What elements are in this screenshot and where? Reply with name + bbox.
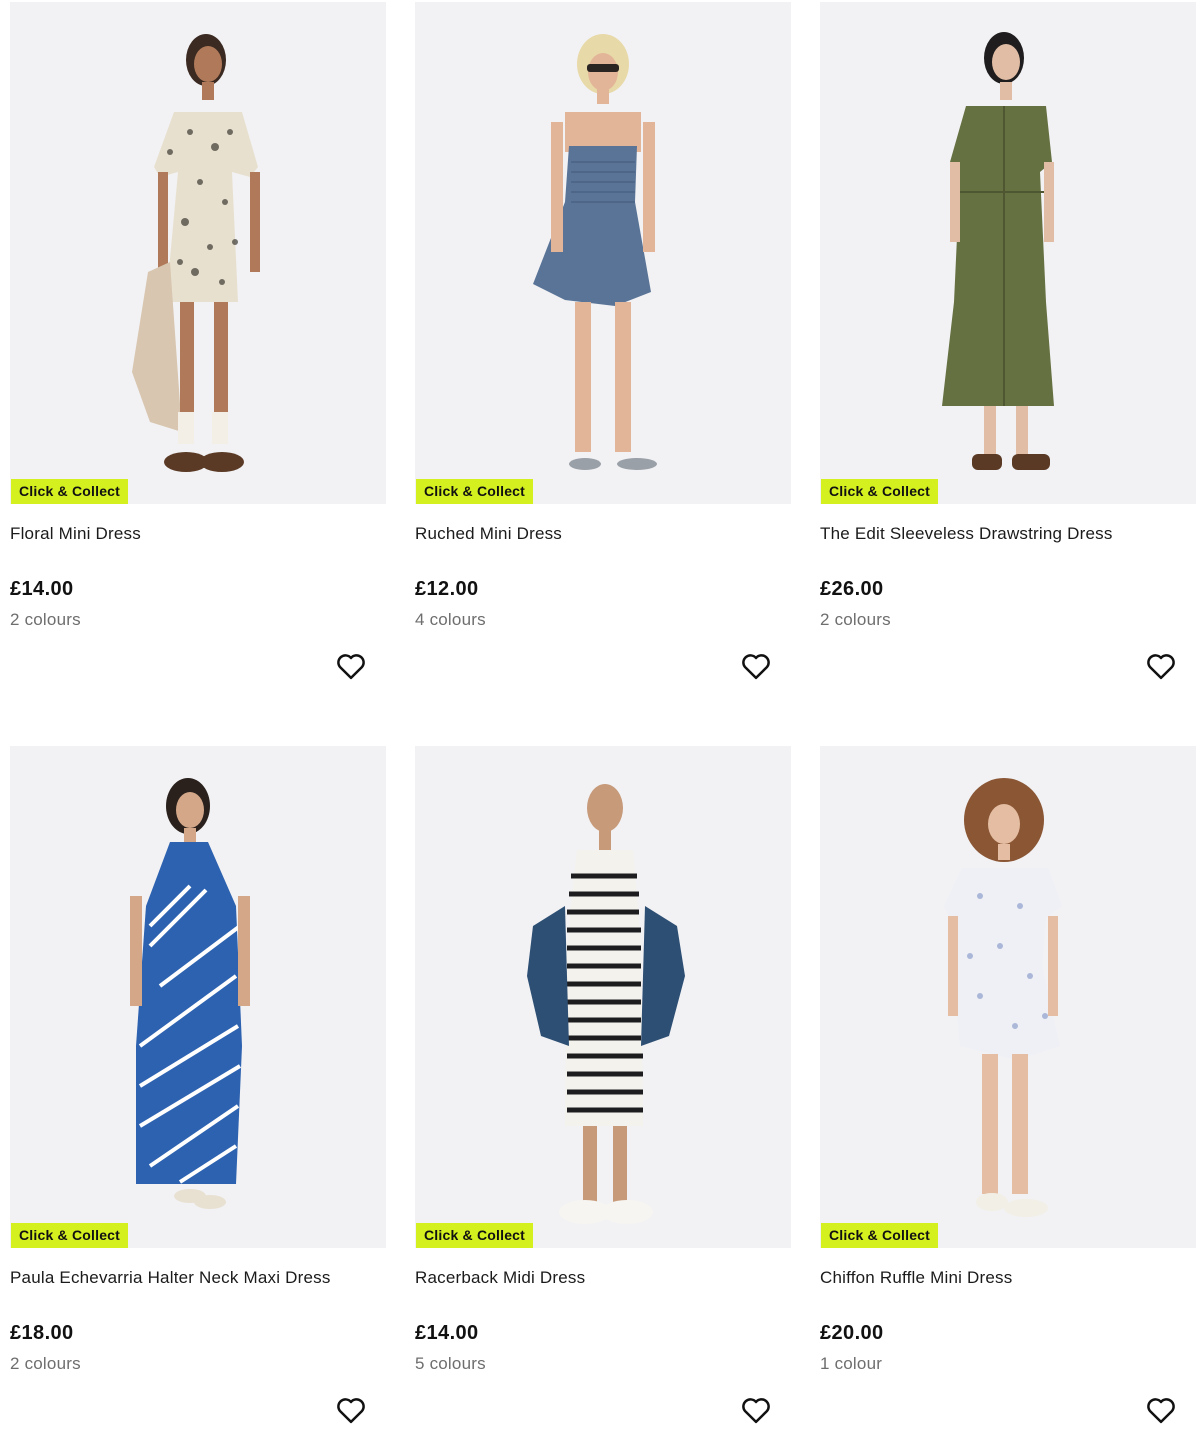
product-price: £18.00 <box>10 1322 74 1344</box>
product-card[interactable]: Click & Collect Ruched Mini Dress £12.00… <box>415 2 791 680</box>
model-photo <box>944 778 1062 1217</box>
wishlist-button[interactable] <box>741 1396 771 1426</box>
heart-outline-icon <box>337 1398 365 1424</box>
heart-outline-icon <box>337 654 365 680</box>
product-image[interactable]: Click & Collect <box>820 746 1196 1248</box>
product-card[interactable]: Click & Collect Paula Echevarria Halter … <box>10 746 386 1424</box>
product-image[interactable]: Click & Collect <box>10 746 386 1248</box>
wishlist-button[interactable] <box>741 652 771 682</box>
colour-count: 1 colour <box>820 1354 883 1373</box>
wishlist-button[interactable] <box>1146 1396 1176 1426</box>
click-collect-badge: Click & Collect <box>416 1223 534 1248</box>
product-card[interactable]: Click & Collect Racerback Midi Dress £14… <box>415 746 791 1424</box>
product-title[interactable]: Ruched Mini Dress <box>415 524 562 544</box>
heart-outline-icon <box>1147 654 1175 680</box>
model-photo <box>132 34 260 472</box>
product-price: £14.00 <box>10 578 74 600</box>
model-photo <box>130 778 250 1209</box>
product-card[interactable]: Click & Collect Chiffon Ruffle Mini Dres… <box>820 746 1196 1424</box>
product-image[interactable]: Click & Collect <box>415 2 791 504</box>
product-title[interactable]: Floral Mini Dress <box>10 524 141 544</box>
product-image[interactable]: Click & Collect <box>415 746 791 1248</box>
product-card[interactable]: Click & Collect Floral Mini Dress £14.00… <box>10 2 386 680</box>
click-collect-badge: Click & Collect <box>416 479 534 504</box>
colour-count: 2 colours <box>10 610 81 629</box>
click-collect-badge: Click & Collect <box>821 479 939 504</box>
product-price: £26.00 <box>820 578 884 600</box>
model-photo <box>533 34 657 470</box>
colour-count: 2 colours <box>820 610 891 629</box>
product-price: £20.00 <box>820 1322 884 1344</box>
wishlist-button[interactable] <box>336 1396 366 1426</box>
colour-count: 5 colours <box>415 1354 486 1373</box>
click-collect-badge: Click & Collect <box>821 1223 939 1248</box>
product-image[interactable]: Click & Collect <box>10 2 386 504</box>
product-image[interactable]: Click & Collect <box>820 2 1196 504</box>
product-price: £14.00 <box>415 1322 479 1344</box>
model-photo <box>942 32 1054 470</box>
heart-outline-icon <box>742 654 770 680</box>
product-title[interactable]: The Edit Sleeveless Drawstring Dress <box>820 524 1113 544</box>
wishlist-button[interactable] <box>336 652 366 682</box>
product-title[interactable]: Chiffon Ruffle Mini Dress <box>820 1268 1012 1288</box>
heart-outline-icon <box>742 1398 770 1424</box>
colour-count: 2 colours <box>10 1354 81 1373</box>
colour-count: 4 colours <box>415 610 486 629</box>
product-title[interactable]: Racerback Midi Dress <box>415 1268 585 1288</box>
product-card[interactable]: Click & Collect The Edit Sleeveless Draw… <box>820 2 1196 680</box>
product-title[interactable]: Paula Echevarria Halter Neck Maxi Dress <box>10 1268 331 1288</box>
click-collect-badge: Click & Collect <box>11 479 129 504</box>
model-photo <box>527 784 685 1224</box>
product-price: £12.00 <box>415 578 479 600</box>
heart-outline-icon <box>1147 1398 1175 1424</box>
wishlist-button[interactable] <box>1146 652 1176 682</box>
click-collect-badge: Click & Collect <box>11 1223 129 1248</box>
